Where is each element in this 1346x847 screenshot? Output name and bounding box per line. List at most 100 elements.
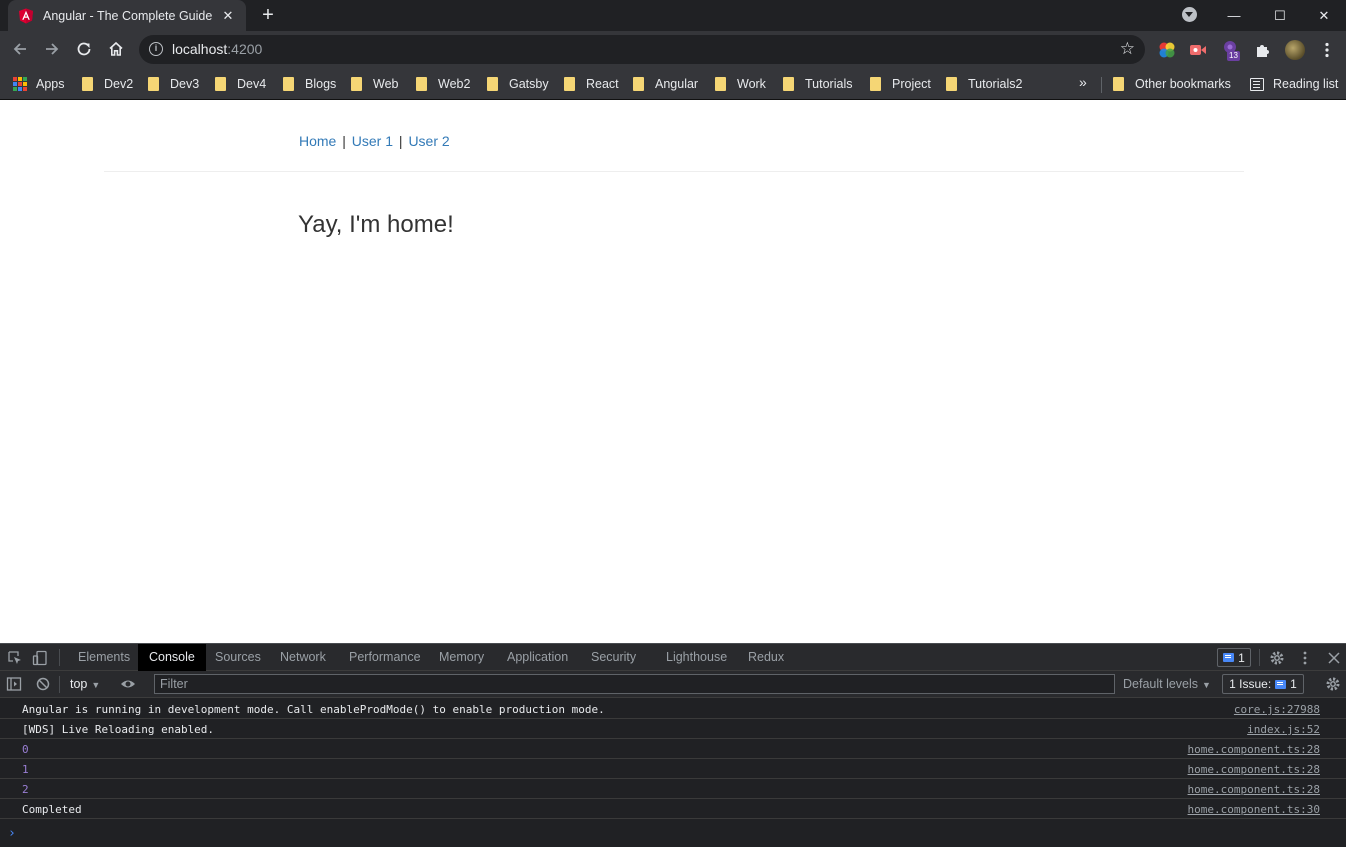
nav-link-user-2[interactable]: User 2 — [408, 133, 449, 149]
inspect-element-icon[interactable] — [7, 650, 23, 666]
device-toolbar-icon[interactable] — [32, 650, 48, 666]
bookmark-folder-react[interactable]: React — [564, 74, 619, 94]
tab-security[interactable]: Security — [580, 644, 647, 671]
reading-list-label: Reading list — [1273, 77, 1339, 91]
console-message-row: 2 home.component.ts:28 — [0, 779, 1346, 799]
bookmark-label: Blogs — [305, 77, 337, 91]
folder-icon — [564, 77, 575, 91]
clear-console-icon[interactable] — [35, 676, 51, 692]
bookmark-label: Tutorials2 — [968, 77, 1023, 91]
live-expression-eye-icon[interactable] — [120, 676, 136, 692]
bookmark-folder-tutorials[interactable]: Tutorials — [783, 74, 852, 94]
folder-icon — [783, 77, 794, 91]
tab-application[interactable]: Application — [496, 644, 579, 671]
address-url[interactable]: localhost:4200 — [172, 41, 262, 57]
log-levels-dropdown[interactable]: Default levels ▼ — [1123, 677, 1211, 691]
tab-elements[interactable]: Elements — [67, 644, 141, 671]
devtools-divider — [1259, 649, 1260, 666]
issues-count: 1 — [1290, 677, 1297, 691]
bookmark-folder-web2[interactable]: Web2 — [416, 74, 470, 94]
info-icon[interactable]: i — [149, 42, 163, 56]
bookmark-folder-tutorials2[interactable]: Tutorials2 — [946, 74, 1022, 94]
bookmark-folder-gatsby[interactable]: Gatsby — [487, 74, 549, 94]
nav-link-user-1[interactable]: User 1 — [352, 133, 393, 149]
console-message: Angular is running in development mode. … — [22, 703, 605, 716]
bookmark-label: Apps — [36, 77, 65, 91]
tab-memory[interactable]: Memory — [428, 644, 495, 671]
console-source-link[interactable]: home.component.ts:28 — [1188, 763, 1320, 776]
home-button[interactable] — [104, 37, 128, 61]
console-source-link[interactable]: home.component.ts:30 — [1188, 803, 1320, 816]
redux-extension-button[interactable]: 13 — [1222, 39, 1246, 63]
bookmark-folder-project[interactable]: Project — [870, 74, 931, 94]
nav-separator: | — [342, 133, 346, 149]
bookmark-label: Dev3 — [170, 77, 200, 91]
bookmark-label: Other bookmarks — [1135, 77, 1231, 91]
console-message: Completed — [22, 803, 82, 816]
close-window-button[interactable]: ✕ — [1302, 0, 1346, 31]
bookmark-folder-other[interactable]: Other bookmarks — [1113, 74, 1231, 94]
kebab-menu-icon[interactable] — [1318, 41, 1336, 59]
page-title: Yay, I'm home! — [298, 211, 454, 238]
bookmark-folder-work[interactable]: Work — [715, 74, 766, 94]
console-message: [WDS] Live Reloading enabled. — [22, 723, 215, 736]
tab-performance[interactable]: Performance — [338, 644, 432, 671]
profile-avatar-icon[interactable] — [1285, 40, 1305, 60]
reading-list-button[interactable]: Reading list — [1250, 74, 1338, 94]
bookmark-label: Web2 — [438, 77, 471, 91]
console-source-link[interactable]: index.js:52 — [1247, 723, 1320, 736]
tab-close-icon[interactable]: ✕ — [220, 8, 236, 24]
address-bar[interactable]: i localhost:4200 ☆ — [139, 35, 1145, 64]
bookmark-star-icon[interactable]: ☆ — [1120, 39, 1135, 59]
reload-button[interactable] — [72, 37, 96, 61]
forward-button[interactable] — [40, 37, 64, 61]
bookmarks-divider — [1101, 77, 1102, 93]
puzzle-extensions-icon[interactable] — [1254, 41, 1272, 59]
new-tab-button[interactable]: + — [258, 4, 278, 27]
bookmark-folder-web[interactable]: Web — [351, 74, 398, 94]
bookmarks-overflow-icon[interactable]: » — [1079, 74, 1087, 90]
console-message: 0 — [22, 743, 29, 756]
tab-network[interactable]: Network — [269, 644, 337, 671]
browser-tab-active[interactable]: Angular - The Complete Guide ✕ — [8, 0, 246, 31]
console-log: Angular is running in development mode. … — [0, 699, 1346, 819]
bookmark-label: Gatsby — [509, 77, 549, 91]
console-prompt[interactable]: › — [8, 826, 16, 841]
messages-badge[interactable]: 1 — [1217, 648, 1251, 667]
folder-icon — [715, 77, 726, 91]
close-devtools-icon[interactable] — [1326, 650, 1342, 666]
console-source-link[interactable]: home.component.ts:28 — [1188, 743, 1320, 756]
issues-button[interactable]: 1 Issue: 1 — [1222, 674, 1304, 694]
devtools-menu-icon[interactable] — [1297, 650, 1313, 666]
devtools-panel: Elements Console Sources Network Perform… — [0, 643, 1346, 847]
bookmark-apps[interactable]: Apps — [13, 74, 65, 94]
console-message-row: Completed home.component.ts:30 — [0, 799, 1346, 819]
back-arrow-icon — [13, 43, 26, 55]
back-button[interactable] — [8, 37, 32, 61]
bookmark-folder-dev2[interactable]: Dev2 — [82, 74, 133, 94]
folder-icon — [283, 77, 294, 91]
bookmark-label: React — [586, 77, 619, 91]
bookmark-folder-dev3[interactable]: Dev3 — [148, 74, 199, 94]
video-extension-icon[interactable] — [1189, 41, 1207, 59]
bookmark-folder-angular[interactable]: Angular — [633, 74, 698, 94]
nav-link-home[interactable]: Home — [299, 133, 336, 149]
maximize-button[interactable]: ☐ — [1257, 0, 1303, 31]
bookmark-folder-blogs[interactable]: Blogs — [283, 74, 336, 94]
console-settings-gear-icon[interactable] — [1325, 676, 1341, 692]
console-source-link[interactable]: core.js:27988 — [1234, 703, 1320, 716]
settings-gear-icon[interactable] — [1269, 650, 1285, 666]
tab-console[interactable]: Console — [138, 644, 206, 671]
console-filter-input[interactable] — [154, 674, 1115, 694]
tab-lighthouse[interactable]: Lighthouse — [655, 644, 738, 671]
color-picker-extension-icon[interactable] — [1158, 41, 1176, 59]
sidebar-toggle-icon[interactable] — [6, 676, 22, 692]
tab-search-icon[interactable] — [1182, 7, 1197, 22]
minimize-button[interactable]: — — [1211, 0, 1257, 31]
console-source-link[interactable]: home.component.ts:28 — [1188, 783, 1320, 796]
tab-redux[interactable]: Redux — [737, 644, 795, 671]
tab-sources[interactable]: Sources — [204, 644, 272, 671]
bookmark-folder-dev4[interactable]: Dev4 — [215, 74, 266, 94]
folder-icon — [870, 77, 881, 91]
context-selector[interactable]: top ▼ — [70, 677, 100, 691]
